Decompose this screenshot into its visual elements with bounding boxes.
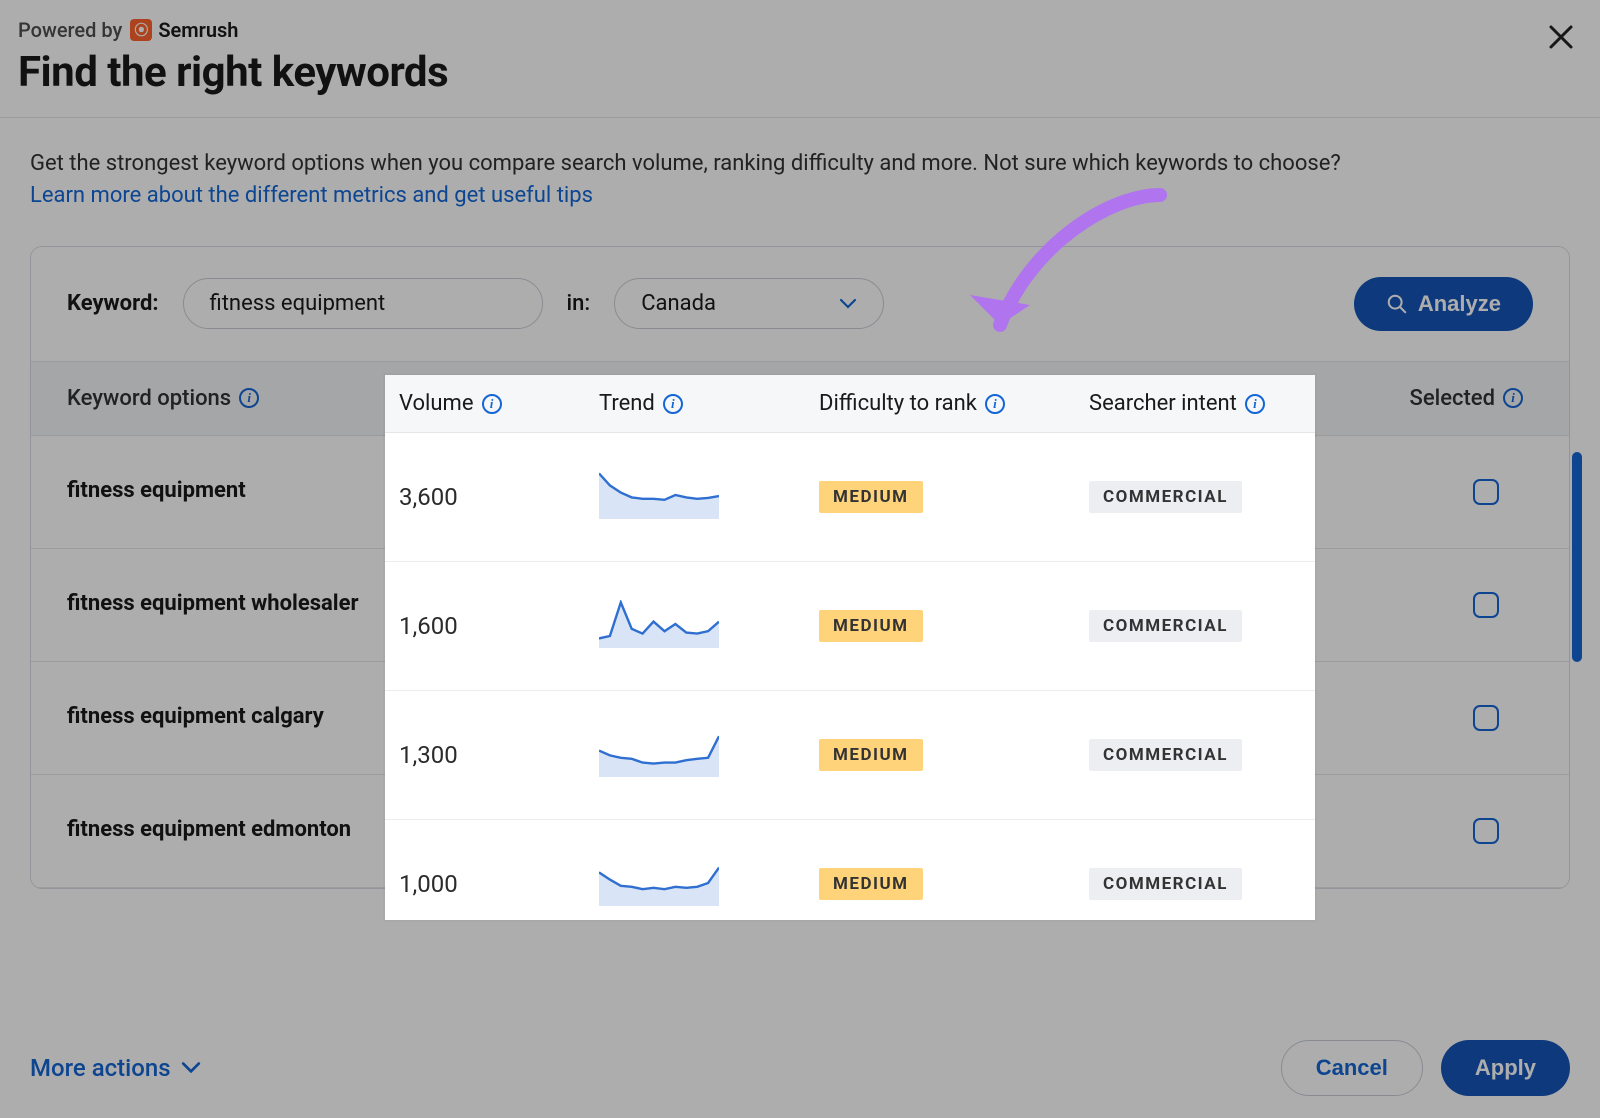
difficulty-cell: MEDIUM (819, 610, 1089, 642)
column-header: Searcher intent i (1089, 391, 1329, 416)
keyword-label: Keyword: (67, 291, 159, 316)
select-checkbox[interactable] (1473, 592, 1499, 618)
apply-button[interactable]: Apply (1441, 1040, 1570, 1096)
intent-cell: COMMERCIAL (1089, 739, 1315, 771)
intro-text: Get the strongest keyword options when y… (30, 148, 1570, 212)
volume-cell: 3,600 (399, 483, 599, 511)
intent-cell: COMMERCIAL (1089, 868, 1315, 900)
intent-cell: COMMERCIAL (1089, 610, 1315, 642)
difficulty-cell: MEDIUM (819, 481, 1089, 513)
search-icon (1386, 293, 1408, 315)
chevron-down-icon (181, 1061, 201, 1075)
volume-cell: 1,600 (399, 612, 599, 640)
in-label: in: (567, 291, 591, 316)
volume-cell: 1,000 (399, 870, 599, 898)
scrollbar-thumb[interactable] (1572, 452, 1582, 662)
close-icon (1546, 22, 1576, 52)
cancel-button[interactable]: Cancel (1281, 1040, 1423, 1096)
page-title: Find the right keywords (18, 48, 1582, 97)
trend-cell (599, 729, 819, 781)
info-icon[interactable]: i (1245, 394, 1265, 414)
trend-cell (599, 471, 819, 523)
info-icon[interactable]: i (239, 388, 259, 408)
column-header: Trend i (599, 391, 819, 416)
select-checkbox[interactable] (1473, 705, 1499, 731)
info-icon[interactable]: i (985, 394, 1005, 414)
intent-cell: COMMERCIAL (1089, 481, 1315, 513)
select-checkbox[interactable] (1473, 479, 1499, 505)
keyword-cell: fitness equipment (67, 477, 387, 506)
brand-name: Semrush (158, 18, 238, 42)
close-button[interactable] (1544, 20, 1578, 54)
keyword-input[interactable]: fitness equipment (183, 278, 543, 329)
column-header: Difficulty to rank i (819, 391, 1089, 416)
keyword-cell: fitness equipment calgary (67, 703, 387, 732)
country-select[interactable]: Canada (614, 278, 884, 329)
learn-more-link[interactable]: Learn more about the different metrics a… (30, 183, 593, 208)
more-actions-menu[interactable]: More actions (30, 1054, 201, 1082)
difficulty-cell: MEDIUM (819, 868, 1089, 900)
keyword-cell: fitness equipment wholesaler (67, 590, 387, 619)
difficulty-cell: MEDIUM (819, 739, 1089, 771)
chevron-down-icon (839, 291, 857, 316)
semrush-logo-icon: ⦿ (130, 19, 152, 41)
info-icon[interactable]: i (663, 394, 683, 414)
volume-cell: 1,300 (399, 741, 599, 769)
trend-cell (599, 858, 819, 910)
analyze-button[interactable]: Analyze (1354, 277, 1533, 331)
select-checkbox[interactable] (1473, 818, 1499, 844)
keyword-cell: fitness equipment edmonton (67, 816, 387, 845)
info-icon[interactable]: i (482, 394, 502, 414)
powered-by: Powered by ⦿ Semrush (18, 18, 1582, 42)
trend-cell (599, 600, 819, 652)
info-icon[interactable]: i (1503, 388, 1523, 408)
column-header: Volume i (399, 391, 599, 416)
